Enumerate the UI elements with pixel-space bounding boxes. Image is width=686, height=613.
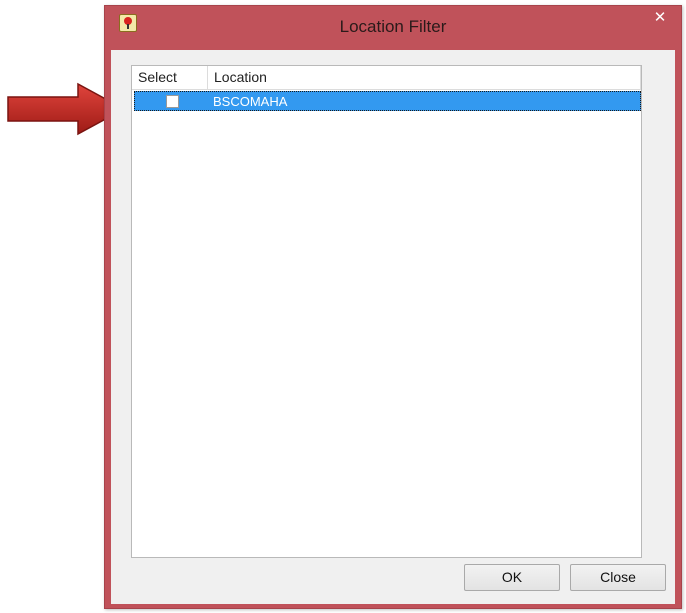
column-header-select[interactable]: Select: [132, 66, 208, 90]
dialog-client-area: Select Location BSCOMAHA OK Close: [111, 50, 675, 604]
location-grid[interactable]: Select Location BSCOMAHA: [131, 65, 642, 558]
row-select-cell[interactable]: [135, 94, 209, 108]
ok-button[interactable]: OK: [464, 564, 560, 591]
column-header-location[interactable]: Location: [208, 66, 641, 90]
grid-header: Select Location: [132, 66, 641, 90]
row-select-checkbox[interactable]: [165, 94, 179, 108]
table-row[interactable]: BSCOMAHA: [134, 91, 641, 111]
title-bar[interactable]: Location Filter ✕: [105, 6, 681, 48]
dialog-title: Location Filter: [339, 17, 447, 36]
close-icon[interactable]: ✕: [645, 7, 675, 29]
close-button[interactable]: Close: [570, 564, 666, 591]
location-filter-dialog: Location Filter ✕ Select Location BSCOMA…: [104, 5, 682, 609]
screenshot-stage: Location Filter ✕ Select Location BSCOMA…: [0, 0, 686, 613]
row-location-cell[interactable]: BSCOMAHA: [209, 94, 287, 109]
